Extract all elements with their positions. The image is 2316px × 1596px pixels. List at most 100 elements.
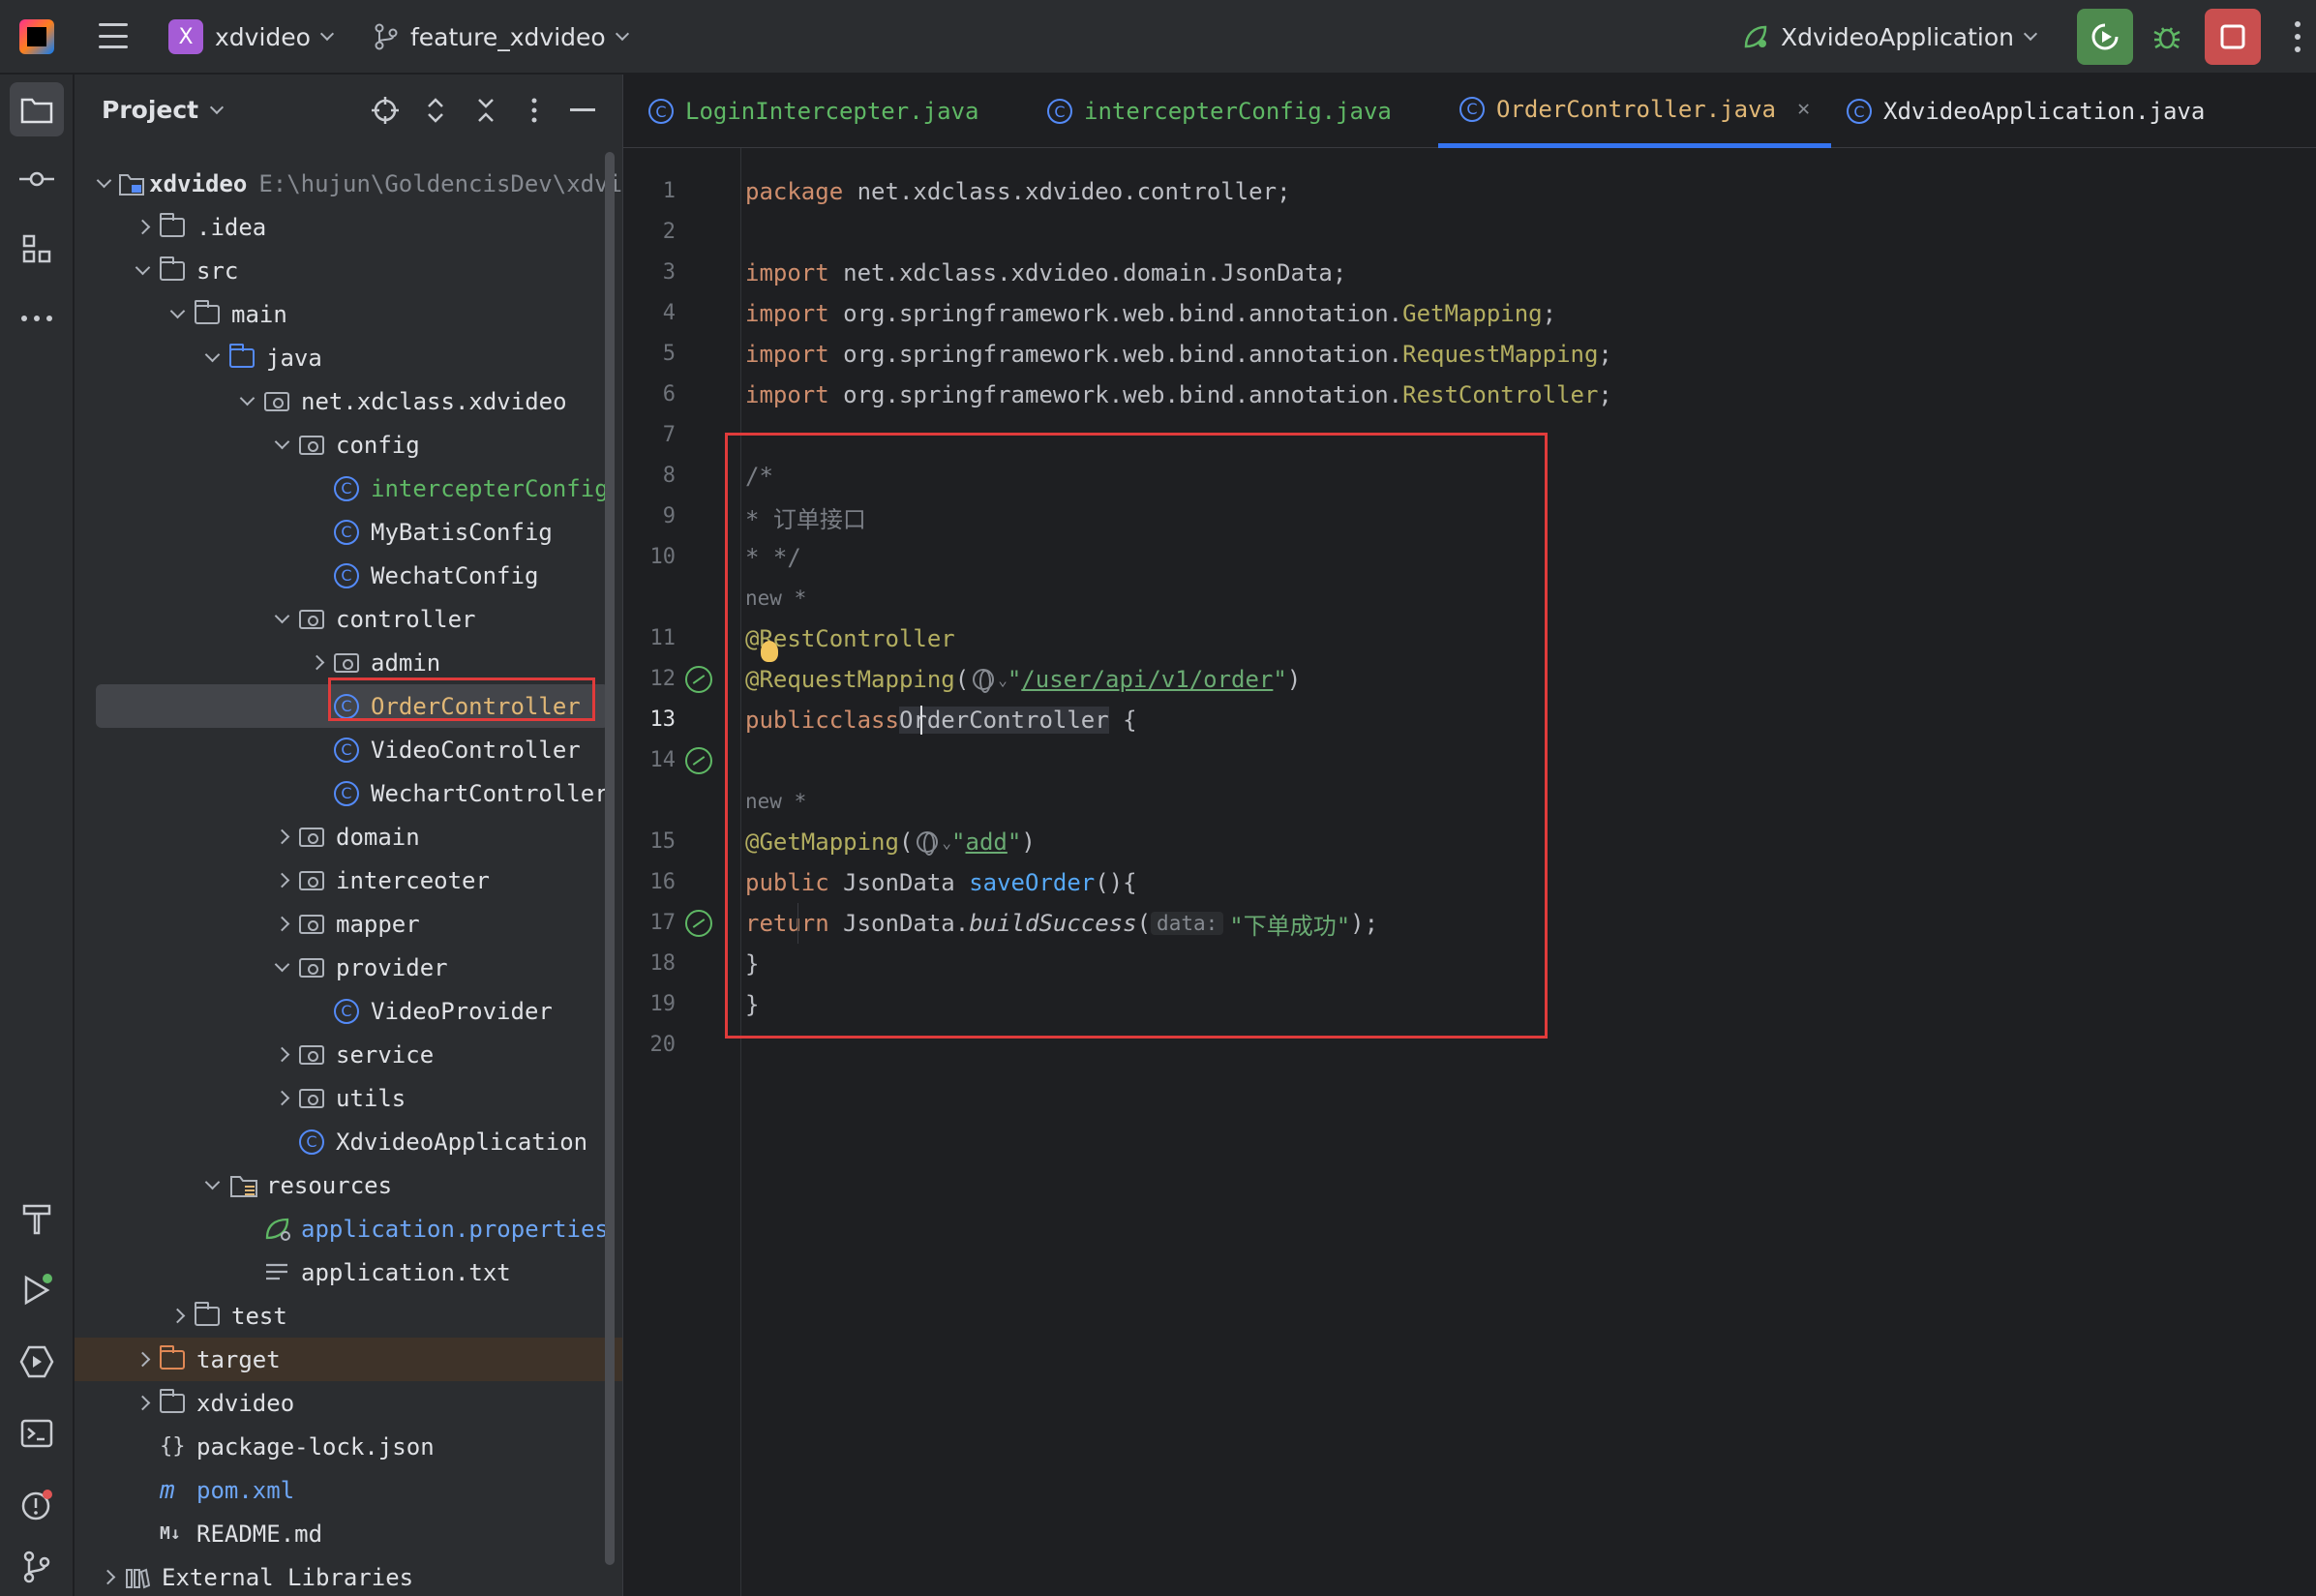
chevron-right-icon[interactable] bbox=[264, 815, 299, 858]
chevron-right-icon[interactable] bbox=[90, 1555, 125, 1596]
debug-button[interactable] bbox=[2139, 9, 2195, 65]
close-tab-icon[interactable]: ✕ bbox=[1797, 97, 1810, 121]
problems-tool-button[interactable] bbox=[10, 1478, 64, 1532]
project-tool-button[interactable] bbox=[10, 82, 64, 136]
chevron-down-icon[interactable] bbox=[195, 1163, 229, 1207]
tab-login-intercepter[interactable]: C LoginIntercepter.java bbox=[648, 75, 978, 148]
chevron-right-icon[interactable] bbox=[125, 1381, 160, 1425]
code-line[interactable]: package net.xdclass.xdvideo.controller; bbox=[745, 171, 1291, 212]
services-tool-button[interactable] bbox=[10, 1335, 64, 1389]
tree-item[interactable]: net.xdclass.xdvideo bbox=[75, 379, 622, 423]
tree-item[interactable]: interceoter bbox=[75, 858, 622, 902]
tree-item[interactable]: test bbox=[75, 1294, 622, 1338]
chevron-down-icon[interactable] bbox=[264, 946, 299, 989]
chevron-right-icon[interactable] bbox=[264, 1033, 299, 1076]
tree-item[interactable]: m pom.xml bbox=[75, 1468, 622, 1512]
endpoint-gutter-icon[interactable] bbox=[685, 910, 712, 937]
tree-item[interactable]: java bbox=[75, 336, 622, 379]
panel-options-button[interactable] bbox=[520, 96, 549, 125]
chevron-right-icon[interactable] bbox=[264, 1076, 299, 1120]
tree-item[interactable]: C XdvideoApplication bbox=[75, 1120, 622, 1163]
tree-item[interactable]: application.txt bbox=[75, 1250, 622, 1294]
chevron-down-icon[interactable] bbox=[264, 423, 299, 467]
tree-item-label: mapper bbox=[336, 910, 420, 938]
tree-item[interactable]: CintercepterConfig bbox=[75, 467, 622, 510]
package-icon bbox=[299, 1033, 332, 1076]
class-icon: C bbox=[299, 1120, 332, 1163]
project-view-selector[interactable]: Project bbox=[102, 96, 225, 124]
terminal-tool-button[interactable] bbox=[10, 1406, 64, 1460]
chevron-down-icon[interactable] bbox=[229, 379, 264, 423]
tree-item[interactable]: C WechartController bbox=[75, 771, 622, 815]
chevron-down-icon[interactable] bbox=[160, 292, 195, 336]
tree-item[interactable]: xdvideo E:\hujun\GoldencisDev\xdvi bbox=[75, 162, 622, 205]
tree-item[interactable]: controller bbox=[75, 597, 622, 641]
tree-item[interactable]: domain bbox=[75, 815, 622, 858]
tree-item[interactable]: External Libraries bbox=[75, 1555, 622, 1596]
play-icon bbox=[24, 1274, 52, 1306]
code-line[interactable]: import net.xdclass.xdvideo.domain.JsonDa… bbox=[745, 253, 1346, 293]
tree-item[interactable]: service bbox=[75, 1033, 622, 1076]
spring-bean-gutter-icon[interactable] bbox=[685, 747, 712, 774]
chevron-right-icon[interactable] bbox=[264, 858, 299, 902]
tree-item[interactable]: C VideoController bbox=[75, 728, 622, 771]
main-menu-icon[interactable] bbox=[99, 21, 128, 50]
branch-switcher[interactable]: feature_xdvideo bbox=[374, 0, 629, 74]
tree-item[interactable]: src bbox=[75, 249, 622, 292]
excluded-folder-icon bbox=[160, 1338, 193, 1381]
expand-all-button[interactable] bbox=[421, 96, 450, 125]
tree-item[interactable]: {} package-lock.json bbox=[75, 1425, 622, 1468]
code-line[interactable]: import org.springframework.web.bind.anno… bbox=[745, 293, 1556, 334]
tab-intercepter-config[interactable]: C intercepterConfig.java bbox=[1047, 75, 1392, 148]
project-switcher[interactable]: X xdvideo bbox=[168, 0, 335, 74]
code-token: import bbox=[745, 259, 829, 286]
tree-item[interactable]: utils bbox=[75, 1076, 622, 1120]
tree-item[interactable]: mapper bbox=[75, 902, 622, 946]
problems-icon bbox=[21, 1490, 52, 1521]
more-tools-button[interactable] bbox=[10, 291, 64, 346]
select-opened-file-button[interactable] bbox=[371, 96, 400, 125]
stop-icon bbox=[2220, 24, 2245, 49]
tab-order-controller[interactable]: C OrderController.java ✕ bbox=[1438, 75, 1832, 148]
more-options-icon[interactable] bbox=[2295, 21, 2301, 52]
rerun-button[interactable] bbox=[2077, 9, 2133, 65]
tree-item[interactable]: resources bbox=[75, 1163, 622, 1207]
tab-xdvideo-application[interactable]: C XdvideoApplication.java bbox=[1847, 75, 2205, 148]
hide-panel-button[interactable] bbox=[568, 96, 597, 125]
stop-button[interactable] bbox=[2205, 9, 2261, 65]
project-scrollbar[interactable] bbox=[605, 152, 615, 1565]
tree-item[interactable]: M↓ README.md bbox=[75, 1512, 622, 1555]
tree-item[interactable]: C VideoProvider bbox=[75, 989, 622, 1033]
chevron-right-icon[interactable] bbox=[125, 1338, 160, 1381]
tree-item[interactable]: target bbox=[75, 1338, 622, 1381]
tree-item[interactable]: xdvideo bbox=[75, 1381, 622, 1425]
chevron-right-icon[interactable] bbox=[160, 1294, 195, 1338]
git-tool-button[interactable] bbox=[10, 1540, 64, 1594]
code-token: ; bbox=[1598, 341, 1612, 368]
code-line[interactable]: import org.springframework.web.bind.anno… bbox=[745, 334, 1612, 375]
run-config-selector[interactable]: XdvideoApplication bbox=[1742, 0, 2038, 74]
run-tool-button[interactable] bbox=[10, 1263, 64, 1317]
tree-item-label: controller bbox=[336, 605, 476, 633]
tree-item[interactable]: config bbox=[75, 423, 622, 467]
chevron-down-icon[interactable] bbox=[90, 162, 118, 205]
collapse-all-button[interactable] bbox=[471, 96, 500, 125]
chevron-down-icon[interactable] bbox=[264, 597, 299, 641]
tree-item[interactable]: .idea bbox=[75, 205, 622, 249]
tree-item[interactable]: C MyBatisConfig bbox=[75, 510, 622, 554]
tree-item[interactable]: application.properties bbox=[75, 1207, 622, 1250]
build-tool-button[interactable] bbox=[10, 1191, 64, 1246]
commit-tool-button[interactable] bbox=[10, 152, 64, 206]
code-line[interactable]: import org.springframework.web.bind.anno… bbox=[745, 375, 1612, 415]
structure-tool-button[interactable] bbox=[10, 222, 64, 276]
chevron-down-icon[interactable] bbox=[125, 249, 160, 292]
project-badge: X bbox=[168, 19, 203, 54]
code-token: net.xdclass.xdvideo.controller; bbox=[843, 178, 1291, 205]
spring-bean-gutter-icon[interactable] bbox=[685, 666, 712, 693]
chevron-right-icon[interactable] bbox=[125, 205, 160, 249]
chevron-down-icon[interactable] bbox=[195, 336, 229, 379]
tree-item[interactable]: main bbox=[75, 292, 622, 336]
tree-item[interactable]: provider bbox=[75, 946, 622, 989]
chevron-right-icon[interactable] bbox=[264, 902, 299, 946]
tree-item[interactable]: C WechatConfig bbox=[75, 554, 622, 597]
